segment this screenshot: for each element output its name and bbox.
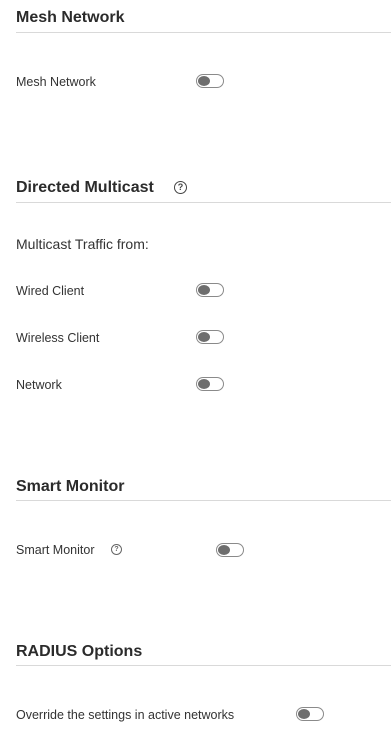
network-label: Network [16,378,62,392]
toggle-knob [298,709,310,719]
smart-monitor-label: Smart Monitor [16,543,95,557]
section-title-directed-multicast: Directed Multicast [16,179,154,196]
network-toggle[interactable] [196,377,224,391]
section-divider [16,32,391,33]
wired-client-label: Wired Client [16,284,85,298]
wireless-client-toggle[interactable] [196,330,224,344]
help-icon[interactable]: ? [111,544,122,555]
toggle-knob [198,379,210,389]
section-title-smart-monitor: Smart Monitor [16,478,125,495]
toggle-knob [218,545,230,555]
help-icon[interactable]: ? [174,181,187,194]
wireless-client-label: Wireless Client [16,331,100,345]
section-title-mesh-network: Mesh Network [16,9,125,26]
override-settings-toggle[interactable] [296,707,324,721]
smart-monitor-toggle[interactable] [216,543,244,557]
toggle-knob [198,285,210,295]
toggle-knob [198,332,210,342]
section-divider [16,202,391,203]
section-divider [16,665,391,666]
multicast-traffic-from-label: Multicast Traffic from: [16,236,149,252]
mesh-network-toggle[interactable] [196,74,224,88]
section-divider [16,500,391,501]
override-settings-label: Override the settings in active networks [16,708,235,722]
toggle-knob [198,76,210,86]
section-title-radius-options: RADIUS Options [16,643,143,660]
wired-client-toggle[interactable] [196,283,224,297]
mesh-network-label: Mesh Network [16,75,96,89]
